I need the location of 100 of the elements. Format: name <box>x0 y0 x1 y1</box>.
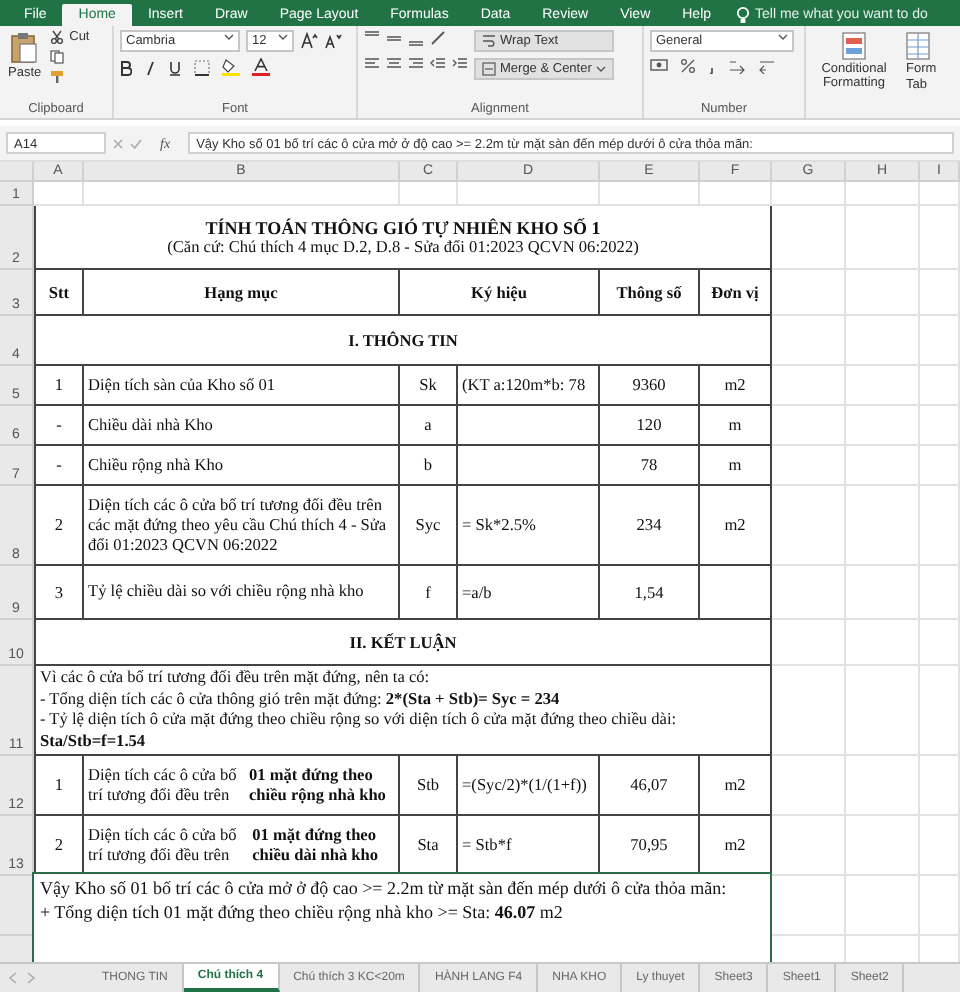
empty-cell <box>920 566 960 620</box>
table-cell: (KT a:120m*b: 78 <box>458 366 600 406</box>
empty-cell <box>772 620 846 666</box>
increase-indent-icon[interactable] <box>452 56 468 72</box>
empty-cell <box>772 316 846 366</box>
table-cell: m <box>700 406 772 446</box>
column-heading: Đơn vị <box>700 270 772 316</box>
empty-cell <box>846 182 920 206</box>
empty-cell <box>772 486 846 566</box>
empty-cell <box>772 446 846 486</box>
table-cell: Stb <box>400 756 458 816</box>
empty-cell <box>772 666 846 756</box>
borders-icon[interactable] <box>194 59 210 75</box>
table-cell: =a/b <box>458 566 600 620</box>
align-right-icon[interactable] <box>408 56 424 72</box>
empty-cell <box>772 566 846 620</box>
empty-cell <box>700 566 772 620</box>
empty-cell <box>772 182 846 206</box>
empty-cell <box>846 816 920 876</box>
table-cell: 78 <box>600 446 700 486</box>
orientation-icon[interactable] <box>430 30 446 46</box>
copy-icon[interactable] <box>49 50 64 64</box>
column-heading: Stt <box>34 270 84 316</box>
section-heading: II. KẾT LUẬN <box>34 620 772 666</box>
empty-cell <box>846 876 920 936</box>
grow-font-icon[interactable] <box>300 32 318 50</box>
percent-icon[interactable] <box>680 58 696 74</box>
decrease-decimal-icon[interactable] <box>758 58 776 74</box>
table-cell: - <box>34 446 84 486</box>
merge-icon <box>482 62 496 76</box>
row-header[interactable] <box>0 876 34 936</box>
empty-cell <box>846 366 920 406</box>
empty-cell <box>920 876 960 936</box>
empty-cell <box>920 816 960 876</box>
table-cell: m2 <box>700 756 772 816</box>
shrink-font-icon[interactable] <box>324 32 342 50</box>
increase-decimal-icon[interactable] <box>728 58 746 74</box>
paintbrush-icon[interactable] <box>49 70 64 84</box>
table-cell: 2 <box>34 486 84 566</box>
empty-cell <box>772 756 846 816</box>
table-cell: - <box>34 406 84 446</box>
table-cell: m <box>700 446 772 486</box>
table-cell: Diện tích các ô cửa bố trí tương đối đều trên các mặt đứng theo yêu cầu Chú thích 4 - Sửa đổi 01:2023 QCVN 06:2022 <box>84 486 400 566</box>
empty-cell <box>920 486 960 566</box>
underline-icon[interactable] <box>168 59 182 75</box>
table-cell: m2 <box>700 486 772 566</box>
table-highlight-icon <box>842 32 866 60</box>
empty-cell <box>846 446 920 486</box>
table-cell: b <box>400 446 458 486</box>
empty-cell <box>846 406 920 446</box>
decrease-indent-icon[interactable] <box>430 56 446 72</box>
scissors-icon <box>49 30 64 44</box>
empty-cell <box>920 182 960 206</box>
empty-cell <box>920 270 960 316</box>
empty-cell <box>846 756 920 816</box>
align-center-icon[interactable] <box>386 56 402 72</box>
empty-cell <box>846 486 920 566</box>
note-line: - Tổng diện tích các ô cửa thông gió trên mặt đứng: 2*(Sta + Stb)= Syc = 234 <box>40 689 560 710</box>
column-heading: Thông số <box>600 270 700 316</box>
empty-cell <box>920 666 960 756</box>
table-cell: a <box>400 406 458 446</box>
italic-icon[interactable] <box>144 59 156 75</box>
table-cell: 234 <box>600 486 700 566</box>
table-cell: Chiều dài nhà Kho <box>84 406 400 446</box>
table-icon <box>906 32 930 60</box>
font-color-icon[interactable] <box>252 58 270 76</box>
note-line: Sta/Stb=f=1.54 <box>40 731 146 752</box>
empty-cell <box>920 446 960 486</box>
empty-cell <box>920 206 960 270</box>
currency-icon[interactable] <box>650 58 668 74</box>
empty-cell <box>846 666 920 756</box>
table-cell: Syc <box>400 486 458 566</box>
empty-cell <box>846 270 920 316</box>
text-box-line: + Tổng diện tích 01 mặt đứng theo chiều rộng nhà kho >= Sta: 46.07 m2 <box>40 901 565 924</box>
align-left-icon[interactable] <box>364 56 380 72</box>
empty-cell <box>846 620 920 666</box>
note-line: Vì các ô cửa bố trí tương đối đều trên mặt đứng, nên ta có: <box>40 668 430 689</box>
table-cell: 46,07 <box>600 756 700 816</box>
table-cell: 1 <box>34 366 84 406</box>
align-middle-icon[interactable] <box>386 30 402 46</box>
caret-icon <box>278 32 288 42</box>
empty-cell <box>846 206 920 270</box>
table-cell: 1 <box>34 756 84 816</box>
empty-cell <box>920 366 960 406</box>
empty-cell <box>772 406 846 446</box>
empty-cell <box>920 316 960 366</box>
table-cell: Diện tích sàn của Kho số 01 <box>84 366 400 406</box>
wrap-icon <box>482 34 496 48</box>
empty-cell <box>920 756 960 816</box>
bold-icon[interactable] <box>120 59 132 75</box>
column-heading: Hạng mục <box>84 270 400 316</box>
fill-color-icon[interactable] <box>222 58 240 76</box>
table-cell: 1,54 <box>600 566 700 620</box>
text-box-line: Vậy Kho số 01 bố trí các ô cửa mở ở độ cao >= 2.2m từ mặt sàn đến mép dưới ô cửa thỏa mãn: <box>40 878 729 901</box>
empty-cell <box>600 182 700 206</box>
empty-cell <box>772 366 846 406</box>
empty-cell <box>772 206 846 270</box>
note-line: - Tỷ lệ diện tích ô cửa mặt đứng theo chiều rộng so với diện tích ô cửa mặt đứng theo chiều dài: <box>40 710 677 731</box>
table-cell: Sk <box>400 366 458 406</box>
empty-cell <box>772 816 846 876</box>
